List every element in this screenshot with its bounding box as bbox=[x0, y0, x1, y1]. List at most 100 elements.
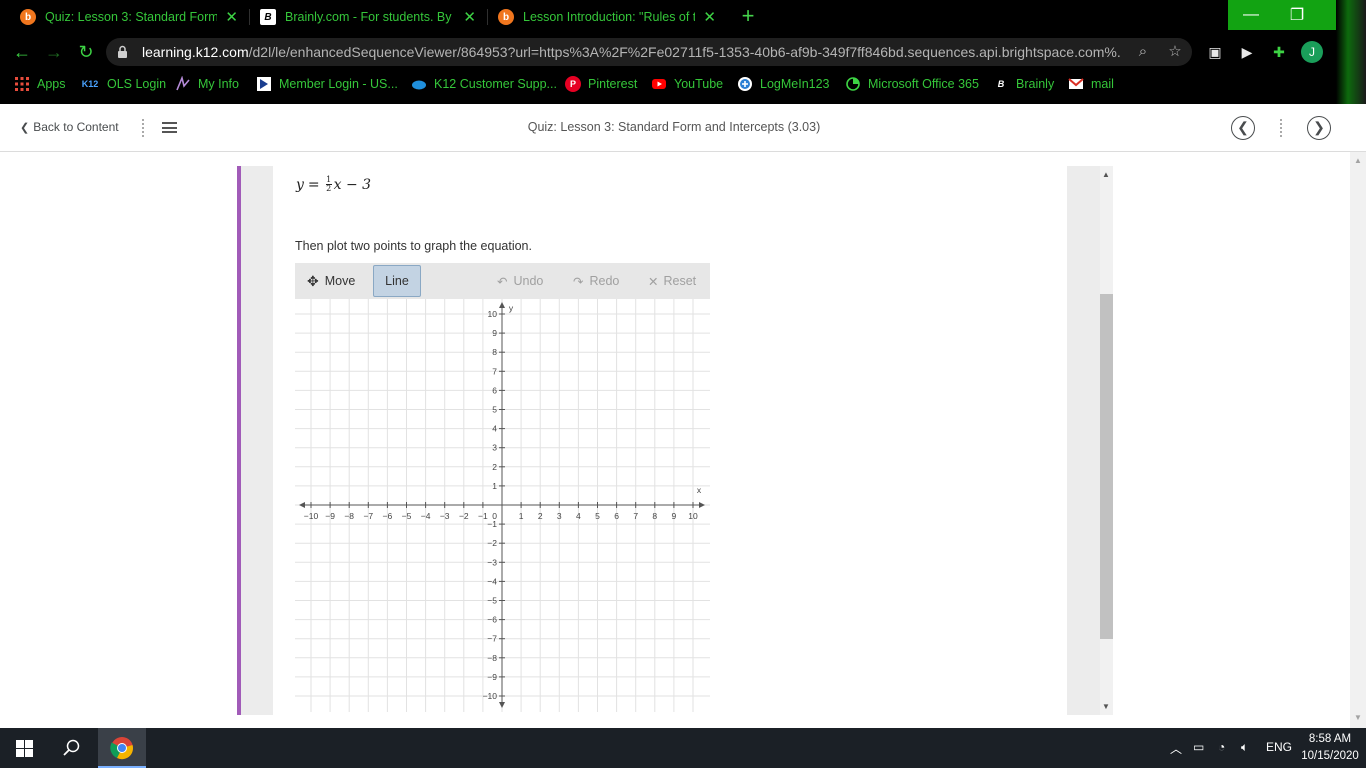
scroll-down-icon[interactable]: ▼ bbox=[1102, 702, 1110, 711]
move-tool-button[interactable]: ✥ Move bbox=[307, 265, 355, 297]
undo-icon: ↶ bbox=[497, 274, 508, 289]
previous-button[interactable]: ❮ bbox=[1231, 116, 1255, 140]
scroll-up-icon[interactable]: ▲ bbox=[1354, 156, 1362, 165]
bookmark-label: Microsoft Office 365 bbox=[868, 77, 979, 91]
x-tick-label: 4 bbox=[576, 511, 581, 521]
url-text: learning.k12.com/d2l/le/enhancedSequence… bbox=[142, 44, 1122, 60]
x-tick-label: 2 bbox=[538, 511, 543, 521]
y-axis-label: y bbox=[509, 303, 514, 313]
line-label: Line bbox=[385, 274, 409, 288]
question-accent-bar bbox=[237, 166, 241, 715]
taskbar-chrome[interactable] bbox=[98, 728, 146, 768]
language-indicator[interactable]: ENG bbox=[1266, 740, 1292, 754]
clock[interactable]: 8:58 AM 10/15/2020 bbox=[1296, 731, 1364, 765]
wifi-icon[interactable]: ◔ bbox=[1218, 740, 1225, 754]
close-icon[interactable]: ✕ bbox=[225, 8, 238, 26]
close-icon[interactable]: ✕ bbox=[703, 8, 716, 26]
x-tick-label: 6 bbox=[614, 511, 619, 521]
fraction-denominator: 2 bbox=[326, 184, 332, 193]
back-arrow-icon[interactable]: ← bbox=[10, 40, 34, 64]
bookmark-logmein[interactable]: LogMeIn123 bbox=[737, 70, 830, 98]
bookmark-label: Pinterest bbox=[588, 77, 638, 91]
tab-title: Lesson Introduction: "Rules of th bbox=[523, 10, 696, 24]
bookmark-ols-login[interactable]: K12 OLS Login bbox=[80, 70, 166, 98]
move-label: Move bbox=[324, 274, 356, 288]
start-button[interactable] bbox=[0, 728, 48, 768]
y-tick-label: −5 bbox=[487, 596, 497, 606]
bookmark-my-info[interactable]: My Info bbox=[175, 70, 239, 98]
tab-lesson-intro[interactable]: b Lesson Introduction: "Rules of th ✕ bbox=[488, 0, 726, 34]
battery-icon[interactable]: ▭ bbox=[1193, 740, 1204, 754]
undo-button[interactable]: ↶ Undo bbox=[497, 265, 543, 297]
new-tab-button[interactable]: + bbox=[737, 5, 759, 27]
redo-button[interactable]: ↷ Redo bbox=[573, 265, 619, 297]
bookmark-member-login[interactable]: Member Login - US... bbox=[256, 70, 398, 98]
bookmark-pinterest[interactable]: P Pinterest bbox=[565, 70, 637, 98]
windows-logo-icon bbox=[15, 739, 33, 757]
y-tick-label: −2 bbox=[487, 538, 497, 548]
usa-icon bbox=[257, 77, 271, 91]
zoom-icon[interactable]: ⌕ bbox=[1134, 43, 1152, 61]
next-button[interactable]: ❯ bbox=[1307, 116, 1331, 140]
extension-reader-icon[interactable]: ▣ bbox=[1206, 43, 1224, 61]
lock-icon bbox=[118, 45, 127, 58]
page-scrollbar[interactable]: ▲ ▼ bbox=[1350, 152, 1366, 728]
bookmark-youtube[interactable]: YouTube bbox=[651, 70, 723, 98]
forward-arrow-icon[interactable]: → bbox=[42, 40, 66, 64]
bookmark-label: mail bbox=[1091, 77, 1114, 91]
bookmark-label: My Info bbox=[198, 77, 239, 91]
x-tick-label: 9 bbox=[672, 511, 677, 521]
bookmark-apps[interactable]: Apps bbox=[14, 70, 66, 98]
windows-taskbar: ︿ ▭ ◔ 🔈︎ ENG 8:58 AM 10/15/2020 bbox=[0, 728, 1366, 768]
x-tick-label: 1 bbox=[519, 511, 524, 521]
redo-label: Redo bbox=[589, 274, 620, 288]
brightspace-icon: b bbox=[498, 9, 514, 25]
scroll-up-icon[interactable]: ▲ bbox=[1102, 170, 1110, 179]
extension-video-icon[interactable]: ▶ bbox=[1238, 43, 1256, 61]
star-icon[interactable]: ☆ bbox=[1166, 43, 1184, 61]
reset-button[interactable]: ✕ Reset bbox=[648, 265, 696, 297]
extensions-puzzle-icon[interactable]: ✚ bbox=[1270, 43, 1288, 61]
volume-icon[interactable]: 🔈︎ bbox=[1241, 740, 1248, 755]
x-tick-label: 7 bbox=[633, 511, 638, 521]
pinterest-icon: P bbox=[565, 76, 581, 92]
y-tick-label: 4 bbox=[492, 424, 497, 434]
address-bar[interactable]: learning.k12.com/d2l/le/enhancedSequence… bbox=[106, 38, 1192, 66]
bookmark-brainly[interactable]: B Brainly bbox=[993, 70, 1054, 98]
page-title: Quiz: Lesson 3: Standard Form and Interc… bbox=[527, 120, 821, 134]
tray-chevron-icon[interactable]: ︿ bbox=[1170, 740, 1182, 757]
y-tick-label: −6 bbox=[487, 615, 497, 625]
line-tool-button[interactable]: Line bbox=[373, 265, 421, 297]
x-tick-label: −7 bbox=[363, 511, 373, 521]
divider bbox=[1280, 119, 1282, 137]
search-button[interactable] bbox=[48, 728, 96, 768]
y-tick-label: 1 bbox=[492, 481, 497, 491]
tab-brainly[interactable]: B Brainly.com - For students. By stu ✕ bbox=[250, 0, 486, 34]
y-tick-label: −8 bbox=[487, 653, 497, 663]
minimize-button[interactable]: — bbox=[1228, 0, 1274, 30]
scroll-down-icon[interactable]: ▼ bbox=[1354, 713, 1362, 722]
bookmark-label: LogMeIn123 bbox=[760, 77, 830, 91]
y-tick-label: 2 bbox=[492, 462, 497, 472]
profile-avatar[interactable]: J bbox=[1301, 41, 1323, 63]
tab-quiz[interactable]: b Quiz: Lesson 3: Standard Form ar ✕ bbox=[10, 0, 248, 34]
myinfo-icon bbox=[176, 76, 190, 91]
close-icon[interactable]: ✕ bbox=[463, 8, 476, 26]
logmein-icon bbox=[738, 77, 752, 91]
equation: y = 1 2 x − 3 bbox=[296, 176, 371, 193]
bookmark-label: OLS Login bbox=[107, 77, 167, 91]
reload-icon[interactable]: ↻ bbox=[74, 40, 98, 64]
bookmark-mail[interactable]: mail bbox=[1068, 70, 1114, 98]
frame-scrollbar[interactable]: ▲ ▼ bbox=[1100, 166, 1113, 715]
scrollbar-thumb[interactable] bbox=[1100, 294, 1113, 639]
y-tick-label: −4 bbox=[487, 576, 497, 586]
bookmark-k12-support[interactable]: K12 Customer Supp... bbox=[411, 70, 557, 98]
restore-button[interactable]: ❐ bbox=[1274, 0, 1320, 30]
coordinate-plane[interactable]: −10 −9 −8 −7 −6 −5 −4 −3 −2 −1 1 2 3 4 5 6 7 8 9 10−10−9−8−… bbox=[291, 294, 713, 716]
y-tick-label: −7 bbox=[487, 634, 497, 644]
move-icon: ✥ bbox=[307, 272, 319, 289]
k12-icon: K12 bbox=[81, 79, 99, 89]
bookmarks-bar: Apps K12 OLS Login My Info Member Login … bbox=[0, 70, 1366, 104]
bookmark-office-365[interactable]: Microsoft Office 365 bbox=[845, 70, 979, 98]
graph-canvas[interactable]: −10 −9 −8 −7 −6 −5 −4 −3 −2 −1 1 2 3 4 5 6 7 8 9 10 −10 −9 −8−… bbox=[291, 294, 713, 716]
